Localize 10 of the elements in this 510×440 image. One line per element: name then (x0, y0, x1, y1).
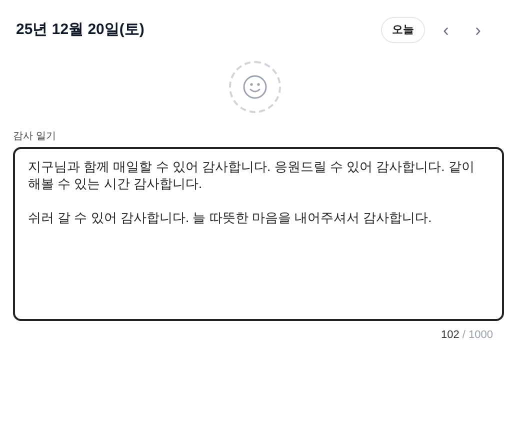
character-limit: / 1000 (462, 328, 493, 343)
today-button[interactable]: 오늘 (381, 17, 425, 43)
previous-button[interactable]: ‹ (435, 19, 457, 41)
date-title: 25년 12월 20일(토) (16, 20, 144, 40)
journal-textarea[interactable]: 지구님과 함께 매일할 수 있어 감사합니다. 응원드릴 수 있어 감사합니다. 같이 해볼 수 있는 시간 감사합니다. 쉬러 갈 수 있어 감사합니다. 늘 따뜻한 마음을 내어주셔서 감사합니다. (13, 147, 504, 321)
character-count: 102 (441, 328, 460, 343)
mood-picker[interactable] (229, 61, 281, 113)
next-button[interactable]: › (467, 19, 489, 41)
field-label: 감사 일기 (13, 130, 57, 144)
smiley-icon (242, 74, 268, 100)
